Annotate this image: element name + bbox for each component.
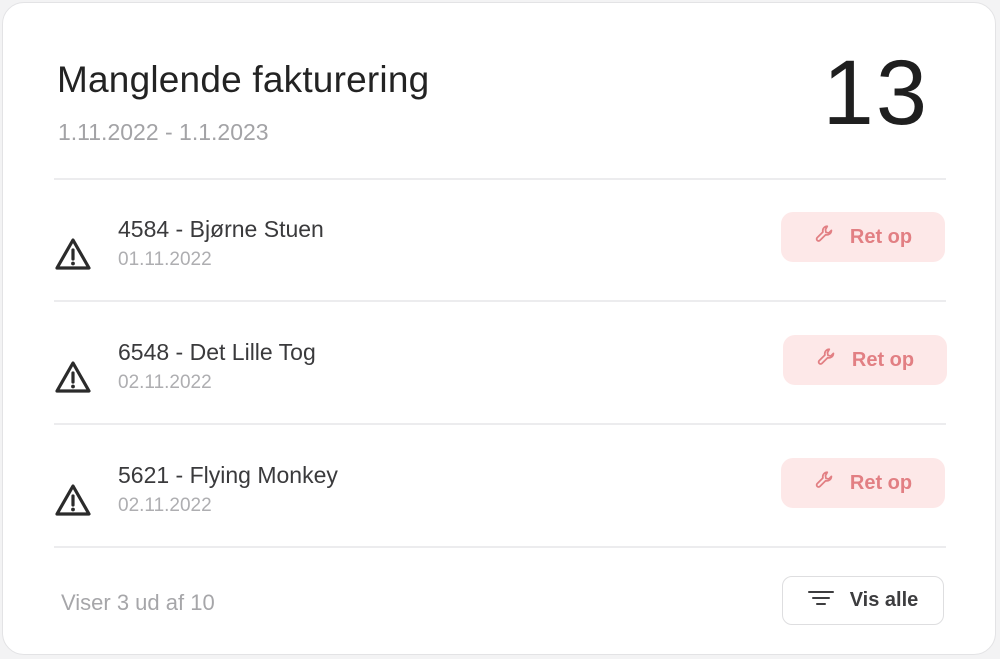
pagination-summary: Viser 3 ud af 10: [61, 590, 215, 615]
list-item: 4584 - Bjørne Stuen 01.11.2022 Ret op: [54, 201, 948, 321]
fix-button[interactable]: Ret op: [781, 458, 945, 508]
item-date: 02.11.2022: [118, 495, 212, 516]
fix-button-label: Ret op: [851, 348, 915, 371]
fix-button[interactable]: Ret op: [783, 335, 947, 385]
warning-icon: [54, 237, 92, 271]
fix-button[interactable]: Ret op: [781, 212, 945, 262]
fix-button-label: Ret op: [849, 225, 913, 248]
wrench-icon: [816, 346, 838, 374]
fix-button-label: Ret op: [849, 471, 913, 494]
divider: [54, 546, 946, 548]
date-range: 1.11.2022 - 1.1.2023: [58, 119, 269, 145]
divider: [54, 178, 946, 180]
warning-icon: [54, 483, 92, 517]
list-item: 6548 - Det Lille Tog 02.11.2022 Ret op: [54, 324, 948, 444]
item-date: 01.11.2022: [118, 249, 212, 270]
warning-icon: [54, 360, 92, 394]
wrench-icon: [814, 223, 836, 251]
list-item: 5621 - Flying Monkey 02.11.2022 Ret op: [54, 447, 948, 567]
item-name: 5621 - Flying Monkey: [118, 462, 338, 488]
filter-lines-icon: [807, 589, 834, 613]
item-date: 02.11.2022: [118, 372, 212, 393]
show-all-label: Vis alle: [849, 589, 919, 611]
item-name: 6548 - Det Lille Tog: [118, 339, 316, 365]
item-name: 4584 - Bjørne Stuen: [118, 216, 324, 242]
show-all-button[interactable]: Vis alle: [782, 576, 944, 625]
missing-count: 13: [822, 42, 929, 144]
card-title: Manglende fakturering: [57, 59, 430, 100]
divider: [54, 423, 946, 425]
wrench-icon: [814, 469, 836, 497]
divider: [54, 300, 946, 302]
